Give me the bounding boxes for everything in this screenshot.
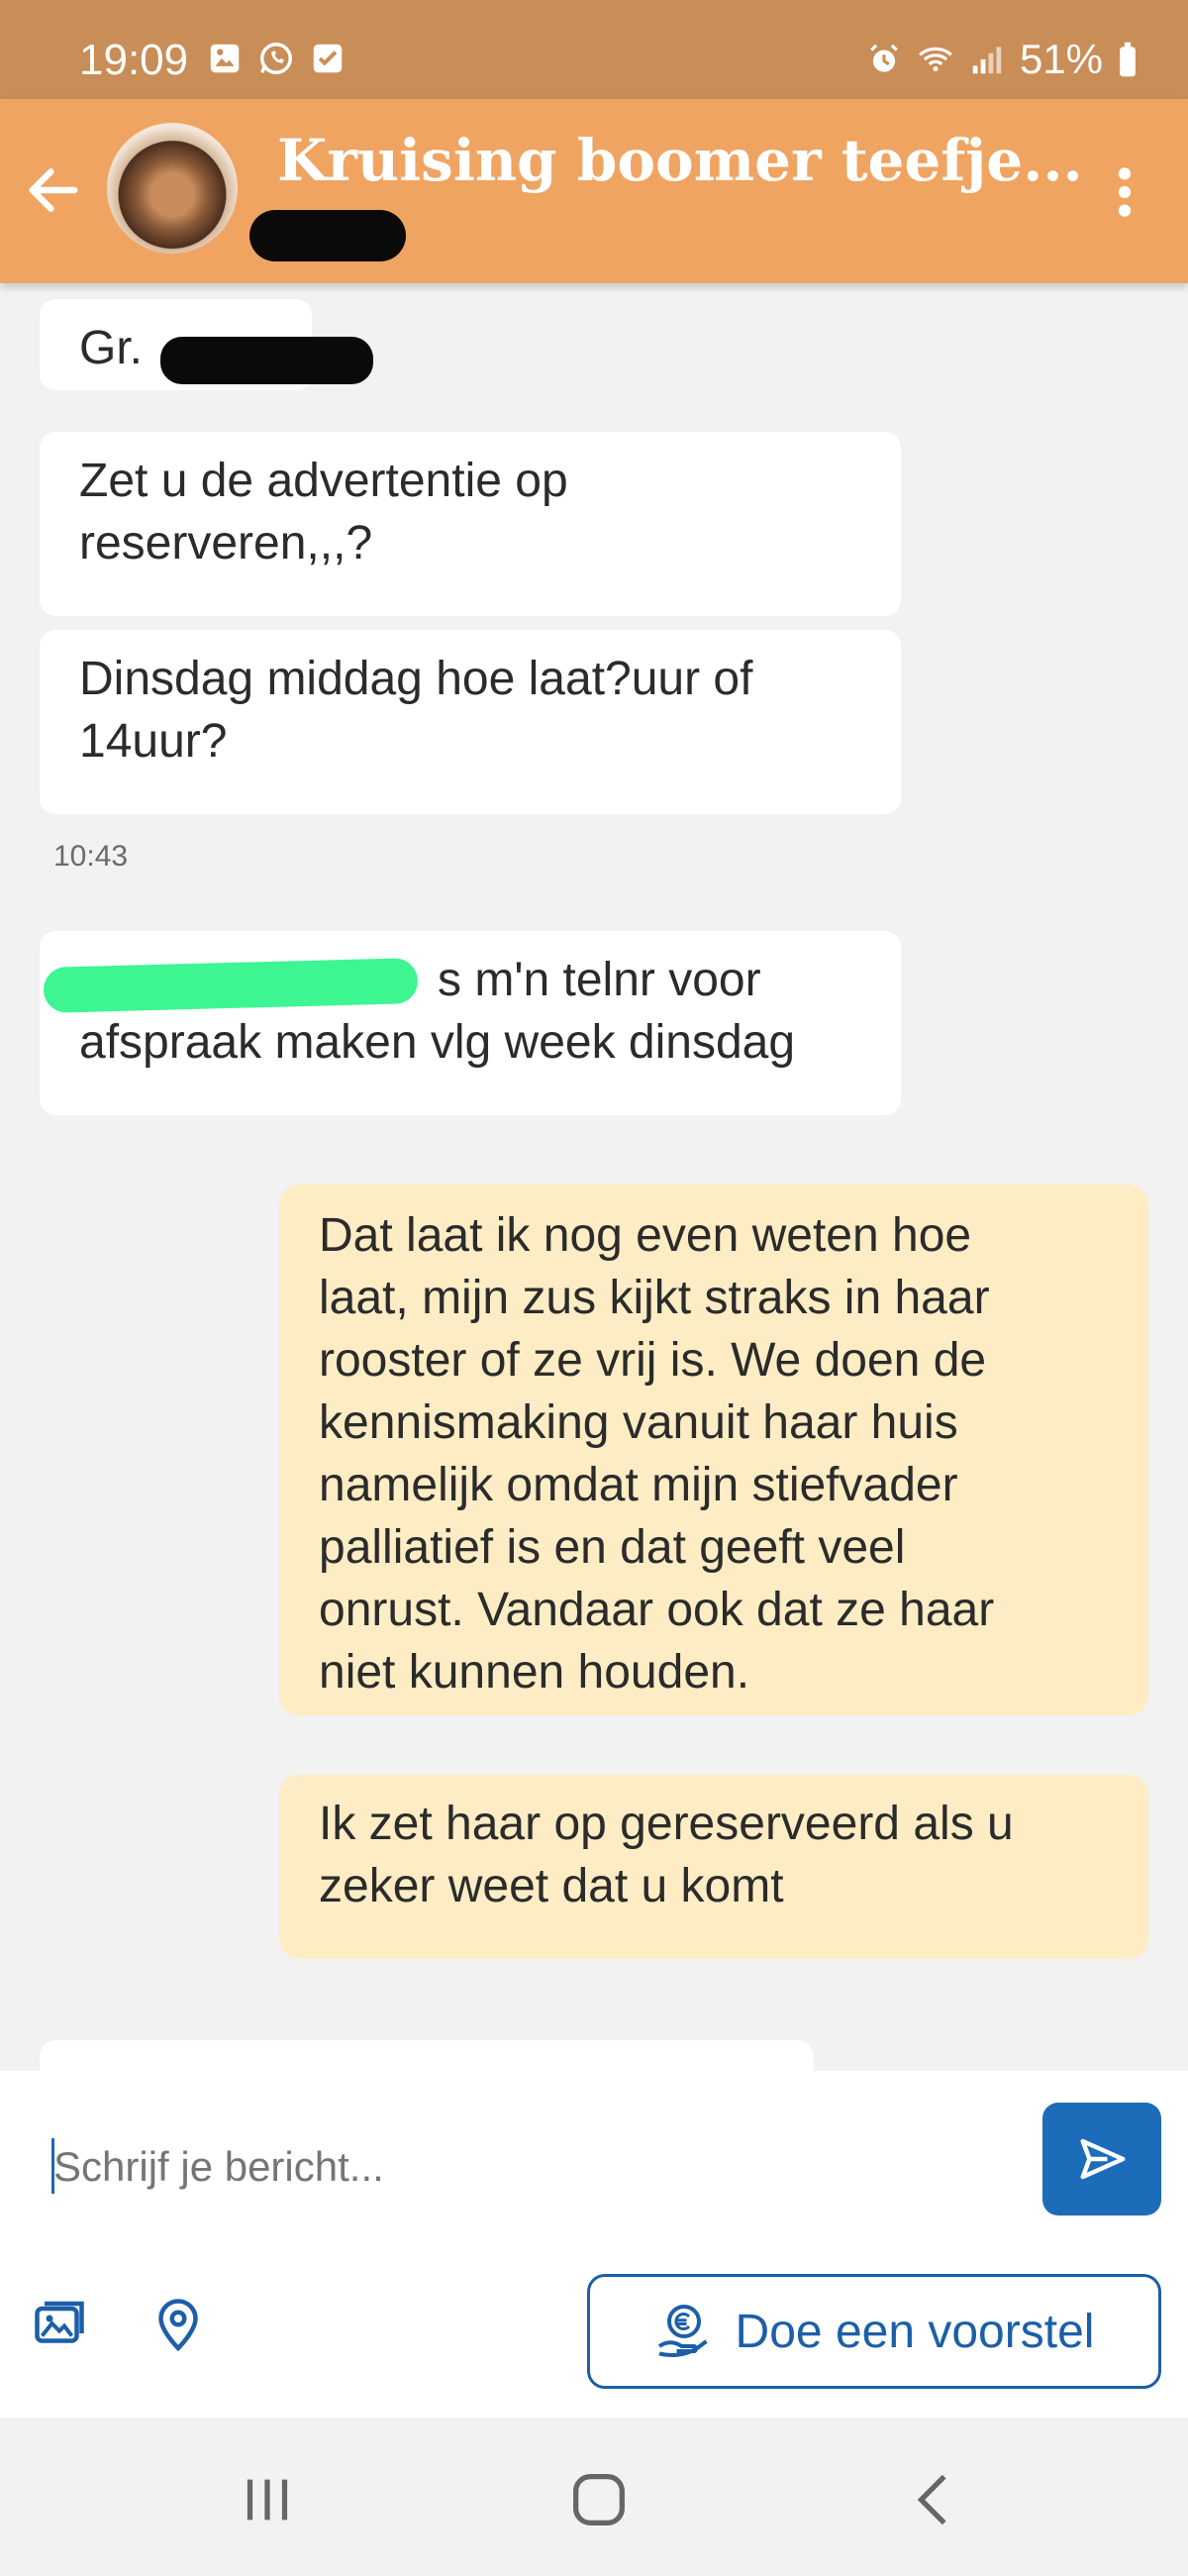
euro-hand-icon <box>657 2305 708 2357</box>
message-list[interactable]: Gr. Zet u de advertentie op reserveren,,… <box>0 283 1188 2071</box>
system-status: 51% <box>865 36 1138 83</box>
message-text: afspraak maken vlg week dinsdag <box>79 1016 796 1069</box>
whatsapp-icon <box>260 43 292 74</box>
avatar[interactable] <box>107 123 238 254</box>
message-text: reserveren,,,? <box>79 517 373 569</box>
gallery-notification-icon <box>210 44 240 73</box>
status-bar: 19:09 51% <box>0 0 1188 99</box>
message-text: 14uur? <box>79 715 228 768</box>
notification-icons <box>206 40 346 77</box>
home-icon[interactable] <box>564 2465 634 2534</box>
checkbox-notification-icon <box>313 44 343 73</box>
message-text: Dinsdag middag hoe laat?uur of <box>79 653 753 705</box>
message-input[interactable] <box>51 2142 946 2192</box>
signal-icon <box>972 47 1002 74</box>
message-text: palliatief is en dat geeft veel <box>319 1521 906 1574</box>
message-timestamp: 10:43 <box>53 840 129 873</box>
make-offer-label: Doe een voorstel <box>735 2305 1095 2358</box>
recent-apps-icon[interactable] <box>233 2465 302 2534</box>
message-text: niet kunnen houden. <box>319 1646 750 1699</box>
outgoing-message: Dat laat ik nog even weten hoe laat, mij… <box>279 1185 1148 1715</box>
back-nav-icon[interactable] <box>901 2465 970 2534</box>
incoming-message: s m'n telnr voor afspraak maken vlg week… <box>40 931 901 1115</box>
wifi-icon <box>919 47 952 72</box>
more-vertical-icon[interactable] <box>1093 156 1156 228</box>
message-text: kennismaking vanuit haar huis <box>319 1396 958 1449</box>
message-text: Ik zet haar op gereserveerd als u <box>319 1798 1014 1850</box>
incoming-message-partial <box>40 2040 814 2071</box>
make-offer-button[interactable]: Doe een voorstel <box>587 2274 1161 2389</box>
message-text: Gr. <box>79 322 144 374</box>
chat-header: Kruising boomer teefje... <box>0 99 1188 283</box>
message-text: Zet u de advertentie op <box>79 455 568 507</box>
outgoing-message: Ik zet haar op gereserveerd als u zeker … <box>279 1775 1148 1959</box>
send-icon <box>1080 2138 1126 2180</box>
arrow-left-icon[interactable] <box>22 158 85 222</box>
message-composer <box>0 2071 1188 2246</box>
system-navigation-bar <box>0 2418 1188 2576</box>
redacted-username <box>249 210 406 261</box>
battery-percentage: 51% <box>1019 36 1103 82</box>
message-text: Dat laat ik nog even weten hoe <box>319 1209 972 1262</box>
message-text: namelijk omdat mijn stiefvader <box>319 1459 958 1511</box>
incoming-message: Dinsdag middag hoe laat?uur of 14uur? <box>40 630 901 814</box>
send-button[interactable] <box>1042 2103 1161 2215</box>
incoming-message: Zet u de advertentie op reserveren,,,? <box>40 432 901 616</box>
message-text: zeker weet dat u komt <box>319 1860 784 1912</box>
battery-icon <box>1120 42 1136 77</box>
message-text: laat, mijn zus kijkt straks in haar <box>319 1272 990 1324</box>
text-caret <box>51 2138 54 2194</box>
alarm-icon <box>870 44 898 72</box>
chat-title[interactable]: Kruising boomer teefje... <box>277 127 1083 194</box>
redacted-name <box>160 337 373 384</box>
location-pin-icon[interactable] <box>148 2294 208 2353</box>
image-gallery-icon[interactable] <box>30 2294 89 2353</box>
message-text: onrust. Vandaar ook dat ze haar <box>319 1584 995 1636</box>
status-time: 19:09 <box>79 36 189 84</box>
composer-actions: Doe een voorstel <box>0 2244 1188 2418</box>
message-text: rooster of ze vrij is. We doen de <box>319 1334 987 1387</box>
